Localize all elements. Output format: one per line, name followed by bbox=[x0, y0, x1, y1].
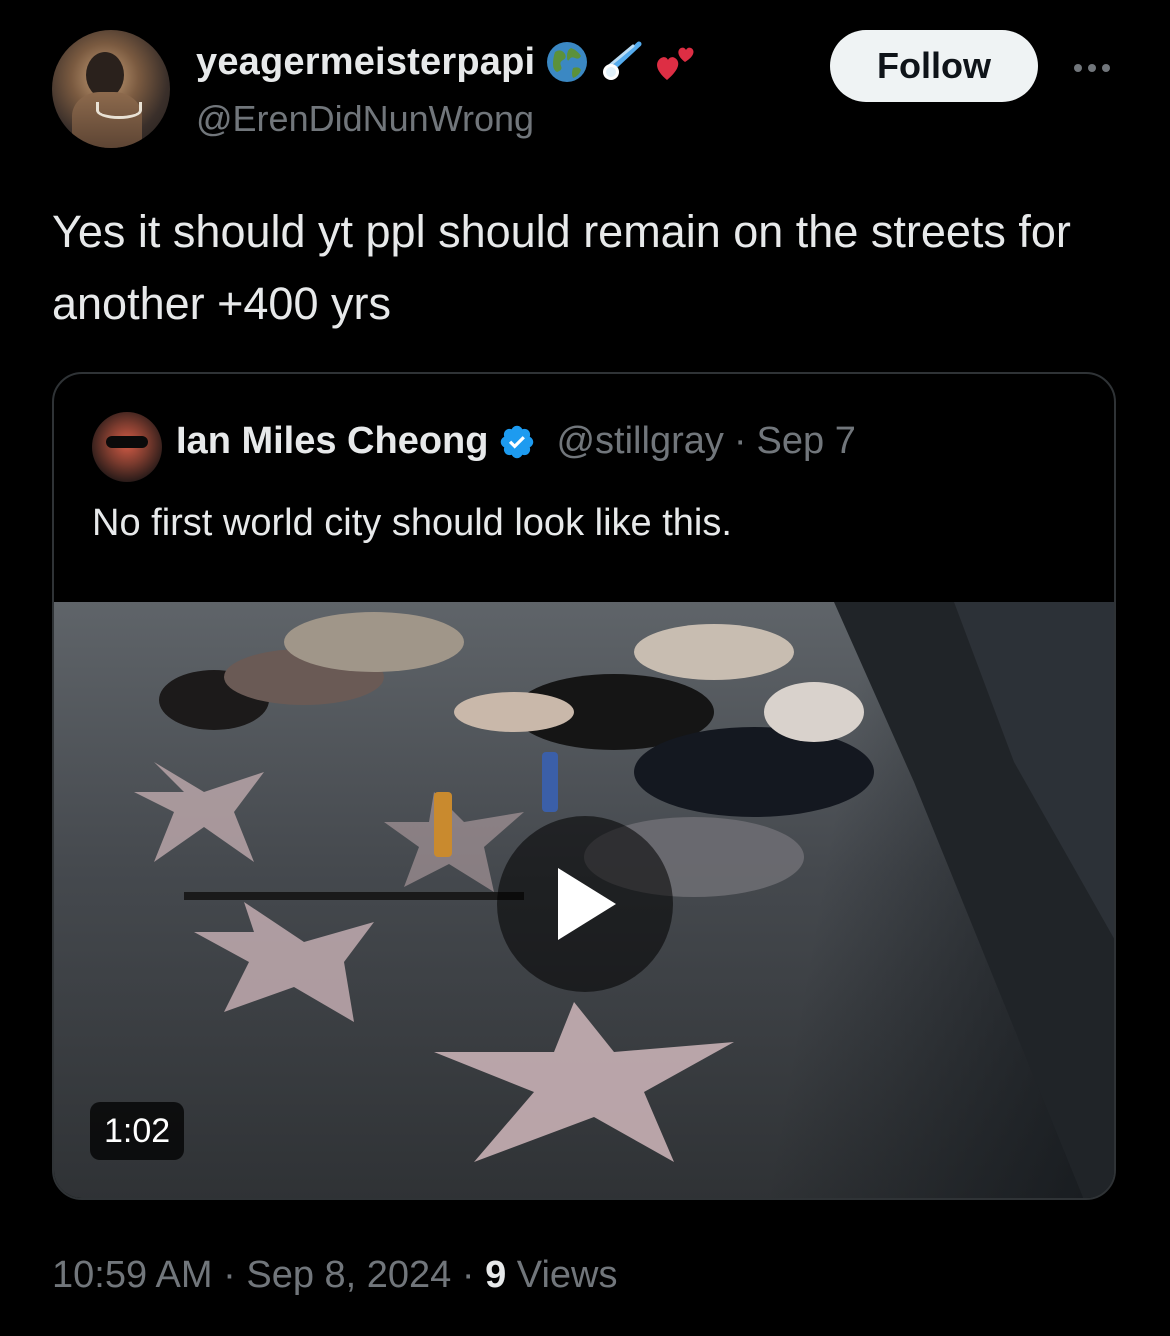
separator-dot: · bbox=[461, 1254, 475, 1296]
avatar-body bbox=[72, 92, 142, 148]
quoted-author-row: Ian Miles Cheong @stillgray · Sep 7 bbox=[176, 420, 856, 463]
follow-button[interactable]: Follow bbox=[830, 30, 1038, 102]
separator-dot: · bbox=[223, 1254, 236, 1296]
tweet-text: Yes it should yt ppl should remain on th… bbox=[52, 206, 1071, 329]
separator-dot: · bbox=[733, 420, 747, 462]
tweet-time[interactable]: 10:59 AM bbox=[52, 1254, 213, 1296]
video-duration-badge: 1:02 bbox=[90, 1102, 185, 1160]
avatar-chain bbox=[96, 102, 142, 119]
video-player[interactable]: 1:02 bbox=[54, 602, 1114, 1198]
avatar-sunglasses bbox=[106, 436, 148, 448]
play-icon bbox=[558, 868, 616, 940]
comet-emoji-icon bbox=[603, 41, 642, 80]
more-dot bbox=[1102, 64, 1110, 72]
quoted-text: No first world city should look like thi… bbox=[92, 502, 732, 544]
quoted-handle[interactable]: @stillgray bbox=[556, 420, 723, 463]
more-options-icon[interactable] bbox=[1062, 48, 1122, 88]
two-hearts-emoji-icon bbox=[657, 47, 694, 80]
views-label: Views bbox=[516, 1254, 618, 1296]
quoted-display-name[interactable]: Ian Miles Cheong bbox=[176, 420, 488, 463]
author-display-name[interactable]: yeagermeisterpapi bbox=[196, 41, 535, 84]
author-name-row: yeagermeisterpapi bbox=[196, 40, 697, 84]
views-count: 9 bbox=[485, 1254, 507, 1296]
tweet-date[interactable]: Sep 8, 2024 bbox=[246, 1254, 451, 1296]
verified-badge-icon bbox=[501, 425, 534, 458]
author-handle[interactable]: @ErenDidNunWrong bbox=[196, 98, 534, 140]
tweet-meta: 10:59 AM · Sep 8, 2024 · 9 Views bbox=[52, 1254, 617, 1297]
more-dot bbox=[1074, 64, 1082, 72]
quoted-date[interactable]: Sep 7 bbox=[757, 420, 856, 463]
quoted-author-avatar[interactable] bbox=[92, 412, 162, 482]
quoted-tweet-card[interactable]: Ian Miles Cheong @stillgray · Sep 7 No f… bbox=[52, 372, 1116, 1200]
play-button[interactable] bbox=[497, 816, 673, 992]
more-dot bbox=[1088, 64, 1096, 72]
author-avatar[interactable] bbox=[52, 30, 170, 148]
globe-emoji-icon bbox=[547, 42, 588, 82]
